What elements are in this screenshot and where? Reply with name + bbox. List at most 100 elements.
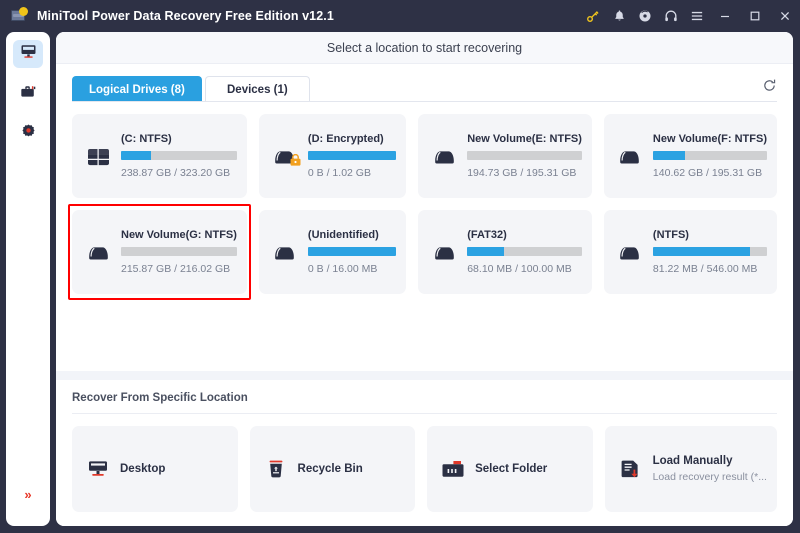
tab-logical-drives[interactable]: Logical Drives (8) [72,76,202,102]
load-file-icon [619,458,643,480]
titlebar-controls [580,0,800,32]
drive-usage-fill [652,247,750,256]
drive-size: 140.62 GB / 195.31 GB [652,167,763,179]
location-card-select-folder[interactable]: Select Folder [427,426,593,512]
drive-info: New Volume(E: NTFS) 194.73 GB / 195.31 G… [467,133,582,179]
specific-location-title: Recover From Specific Location [72,392,777,414]
drives-grid: (C: NTFS) 238.87 GB / 323.20 GB (D: Encr… [68,114,777,300]
section-divider [56,371,793,380]
body: » Select a location to start recovering … [0,32,800,533]
drive-card[interactable]: New Volume(E: NTFS) 194.73 GB / 195.31 G… [418,114,592,198]
double-chevron-right-icon: » [24,487,32,502]
drive-card[interactable]: (FAT32) 68.10 MB / 100.00 MB [418,210,592,294]
drive-usage-fill [307,247,397,256]
drive-size: 194.73 GB / 195.31 GB [467,167,577,179]
gear-icon [20,123,37,145]
drive-usage-fill [652,151,685,160]
tabs-bar: Logical Drives (8) Devices (1) [56,64,793,102]
drive-card[interactable]: (C: NTFS) 238.87 GB / 323.20 GB [72,114,247,198]
drive-usage-fill [307,151,397,160]
drive-icon [430,243,458,262]
sidebar-item-tools[interactable] [13,80,43,108]
drive-info: (D: Encrypted) 0 B / 1.02 GB [307,133,397,179]
drive-usage-bar [121,151,237,160]
drive-usage-bar [467,151,582,160]
location-sublabel: Load recovery result (*... [652,470,767,483]
drive-name: New Volume(E: NTFS) [467,133,582,145]
drive-size: 68.10 MB / 100.00 MB [467,263,572,275]
location-label: Load Manually [652,455,733,468]
drive-name: (C: NTFS) [121,133,172,145]
drive-icon [271,147,301,166]
disc-icon[interactable] [632,0,658,32]
drive-name: (NTFS) [652,229,689,241]
headphones-icon[interactable] [658,0,684,32]
drive-card[interactable]: (Unidentified) 0 B / 16.00 MB [258,210,407,294]
windows-drive-icon [84,146,112,167]
drive-card[interactable]: (NTFS) 81.22 MB / 546.00 MB [603,210,777,294]
tabs: Logical Drives (8) Devices (1) [72,75,313,102]
drive-card-selected[interactable]: New Volume(G: NTFS) 215.87 GB / 216.02 G… [68,204,251,300]
drive-name: (Unidentified) [307,229,379,241]
drive-card[interactable]: New Volume(F: NTFS) 140.62 GB / 195.31 G… [603,114,777,198]
specific-location-grid: Desktop Recycle Bin Select Folder Load M… [72,426,777,512]
drive-info: (Unidentified) 0 B / 16.00 MB [307,229,397,275]
app-window: MiniTool Power Data Recovery Free Editio… [0,0,800,533]
drive-name: (D: Encrypted) [307,133,384,145]
refresh-button[interactable] [762,78,777,98]
minimize-button[interactable] [710,0,740,32]
location-label: Desktop [120,463,166,475]
tabs-underline [72,101,777,102]
location-card-desktop[interactable]: Desktop [72,426,238,512]
drive-name: New Volume(G: NTFS) [121,229,237,241]
drive-usage-fill [467,247,504,256]
drive-info: (FAT32) 68.10 MB / 100.00 MB [467,229,582,275]
drive-info: New Volume(F: NTFS) 140.62 GB / 195.31 G… [652,133,767,179]
folder-icon [441,459,465,479]
drive-icon [84,243,112,262]
tab-devices[interactable]: Devices (1) [204,76,310,102]
lock-icon [290,153,301,166]
monitor-icon [20,43,37,65]
drive-size: 238.87 GB / 323.20 GB [121,167,231,179]
sidebar-item-this-pc[interactable] [13,40,43,68]
location-text: Recycle Bin [298,463,363,475]
drive-size: 215.87 GB / 216.02 GB [121,263,231,275]
location-text: Load Manually Load recovery result (*... [653,454,767,484]
refresh-icon [762,78,777,98]
drive-size: 0 B / 16.00 MB [307,263,378,275]
sidebar: » [6,32,50,526]
drive-icon [271,243,299,262]
drive-info: (C: NTFS) 238.87 GB / 323.20 GB [121,133,237,179]
drive-usage-bar [467,247,582,256]
key-icon[interactable] [580,0,606,32]
toolbox-icon [20,83,37,105]
bell-icon[interactable] [606,0,632,32]
drive-name: (FAT32) [467,229,507,241]
location-card-load-manually[interactable]: Load Manually Load recovery result (*... [604,426,777,512]
location-card-recycle-bin[interactable]: Recycle Bin [249,426,416,512]
drive-name: New Volume(F: NTFS) [652,133,767,145]
page-title: Select a location to start recovering [326,40,523,55]
sidebar-item-settings[interactable] [13,120,43,148]
drive-card[interactable]: (D: Encrypted) 0 B / 1.02 GB [258,114,407,198]
page-header: Select a location to start recovering [56,32,793,64]
close-button[interactable] [770,0,800,32]
drive-usage-bar [307,151,397,160]
window-title: MiniTool Power Data Recovery Free Editio… [37,9,334,23]
title-bar: MiniTool Power Data Recovery Free Editio… [0,0,800,32]
maximize-button[interactable] [740,0,770,32]
location-text: Desktop [120,463,165,475]
minitool-logo-icon [10,7,28,25]
drive-info: (NTFS) 81.22 MB / 546.00 MB [652,229,767,275]
menu-icon[interactable] [684,0,710,32]
sidebar-expand-button[interactable]: » [6,487,50,502]
drive-icon [430,147,458,166]
desktop-icon [86,458,110,480]
drive-usage-bar [307,247,397,256]
drive-info: New Volume(G: NTFS) 215.87 GB / 216.02 G… [121,229,237,275]
main-panel: Select a location to start recovering Lo… [56,32,793,526]
drive-usage-bar [652,151,767,160]
drive-icon [616,243,644,262]
drive-usage-bar [652,247,767,256]
